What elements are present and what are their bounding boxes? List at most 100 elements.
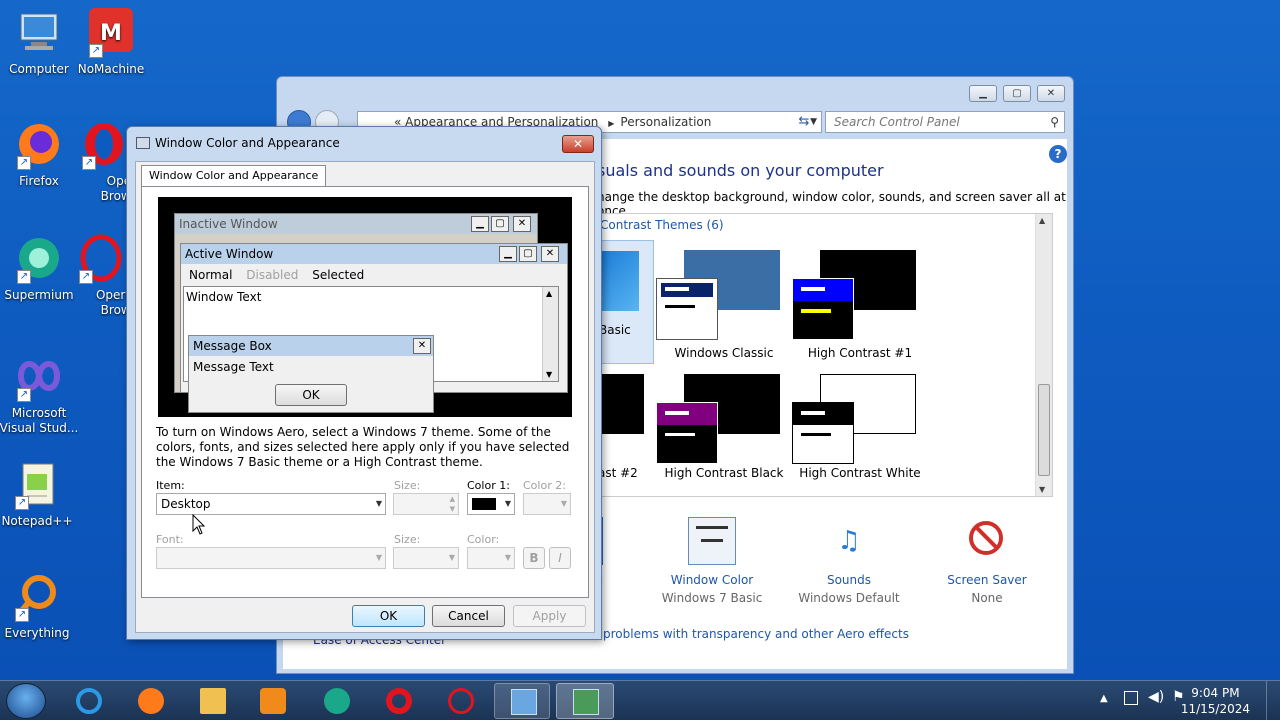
taskbar-explorer[interactable]	[184, 683, 240, 719]
taskbar-opera[interactable]	[370, 683, 426, 719]
ok-button[interactable]: OK	[352, 605, 425, 627]
screen-saver-title: Screen Saver	[947, 573, 1027, 587]
theme-label: ast #2	[598, 466, 638, 480]
shortcut-arrow-icon: ↗	[17, 388, 31, 402]
chevron-down-icon: ▼	[560, 499, 567, 508]
theme-group-label: Contrast Themes (6)	[600, 218, 724, 232]
close-button[interactable]: ✕	[1037, 85, 1065, 102]
theme-windows-classic[interactable]: Windows Classic	[654, 240, 794, 364]
refresh-button[interactable]: ⇆	[793, 111, 815, 133]
theme-label: High Contrast #1	[807, 346, 913, 360]
item-select[interactable]: Desktop ▼	[156, 493, 386, 515]
taskbar-media-player[interactable]	[244, 683, 300, 719]
color1-label: Color 1:	[467, 479, 510, 492]
supermium-icon	[324, 688, 350, 714]
theme-high-contrast-black[interactable]: High Contrast Black	[654, 370, 794, 494]
desktop-icon-notepadpp[interactable]: ↗ Notepad++	[0, 460, 76, 528]
tray-overflow-icon[interactable]: ▲	[1100, 693, 1108, 704]
themes-list: Contrast Themes (6) Basic Windows Classi…	[597, 213, 1053, 497]
cancel-button[interactable]: Cancel	[432, 605, 505, 627]
internet-explorer-icon	[76, 688, 102, 714]
help-icon[interactable]: ?	[1049, 145, 1067, 163]
breadcrumb-arrow-icon: ▶	[608, 119, 615, 128]
tray-volume-icon[interactable]: ◀)	[1148, 689, 1164, 705]
color2-label: Color 2:	[523, 479, 566, 492]
appearance-preview: Inactive Window ▁ ▢ ✕ Active Window ▁ ▢ …	[158, 197, 572, 417]
desktop-icon-vscode[interactable]: ↗ Microsoft Visual Stud...	[0, 352, 81, 436]
opera-gx-icon	[448, 688, 474, 714]
preview-message-box: Message Box ✕ Message Text OK	[188, 335, 434, 413]
taskbar-supermium[interactable]	[308, 683, 364, 719]
size-label: Size:	[394, 479, 421, 492]
window-color-link[interactable]: Window Color Windows 7 Basic	[647, 517, 777, 605]
desktop-icon-opera-gx[interactable]: ↗ Opera GX Browser	[76, 234, 126, 318]
desktop-icon-everything[interactable]: ↗ Everything	[0, 572, 76, 640]
theme-windows-7-basic[interactable]: Basic	[598, 240, 654, 364]
mouse-cursor-icon	[192, 513, 206, 539]
minimize-button[interactable]: ▁	[969, 85, 997, 102]
aero-troubleshoot-link[interactable]: problems with transparency and other Aer…	[603, 627, 909, 641]
taskbar: ▲ ◀) ⚑ 9:04 PM 11/15/2024	[0, 680, 1280, 720]
taskbar-internet-explorer[interactable]	[60, 683, 116, 719]
sounds-link[interactable]: ♫ Sounds Windows Default	[784, 517, 914, 605]
window-color-icon	[688, 517, 736, 565]
theme-preview-window	[792, 278, 854, 340]
theme-high-contrast-2[interactable]: ast #2	[598, 370, 654, 494]
shortcut-arrow-icon: ↗	[17, 156, 31, 170]
taskbar-control-panel[interactable]	[494, 683, 550, 719]
theme-high-contrast-white[interactable]: High Contrast White	[790, 370, 930, 494]
sounds-title: Sounds	[826, 573, 872, 587]
inactive-maximize-icon: ▢	[491, 216, 509, 232]
shortcut-arrow-icon: ↗	[17, 270, 31, 284]
taskbar-firefox[interactable]	[122, 683, 178, 719]
tray-action-center-icon[interactable]	[1124, 691, 1138, 705]
inactive-close-icon: ✕	[513, 216, 531, 232]
desktop-icon-firefox[interactable]: ↗ Firefox	[0, 120, 78, 188]
stepper-icon: ▲ ▼	[449, 495, 455, 513]
screen-saver-link[interactable]: Screen Saver None	[922, 517, 1052, 605]
tab-window-color-appearance[interactable]: Window Color and Appearance	[141, 165, 327, 187]
page-heading: suals and sounds on your computer	[597, 161, 884, 180]
firefox-icon	[138, 688, 164, 714]
color2-picker: ▼	[523, 493, 571, 515]
theme-preview	[598, 374, 644, 434]
font-color-picker: ▼	[467, 547, 515, 569]
breadcrumb-current[interactable]: Personalization	[620, 115, 711, 129]
menu-normal: Normal	[189, 268, 233, 282]
theme-label: Windows Classic	[674, 346, 774, 360]
color1-picker[interactable]: ▼	[467, 493, 515, 515]
desktop-icon-nomachine[interactable]: M ↗ NoMachine	[72, 8, 150, 76]
show-desktop-button[interactable]	[1266, 681, 1280, 720]
desktop-icon-supermium[interactable]: ↗ Supermium	[0, 234, 78, 302]
scrollbar-thumb[interactable]	[1038, 384, 1050, 476]
desktop-icon-label: Notepad++	[1, 514, 73, 528]
taskbar-opera-gx[interactable]	[432, 683, 488, 719]
control-panel-icon	[511, 689, 537, 715]
help-text: To turn on Windows Aero, select a Window…	[156, 425, 570, 469]
font-color-label: Color:	[467, 533, 500, 546]
theme-label: Basic	[599, 323, 631, 337]
maximize-button[interactable]: ▢	[1003, 85, 1031, 102]
desktop-icon-label: Microsoft Visual Stud...	[0, 406, 79, 435]
dialog-close-button[interactable]: ✕	[562, 135, 594, 153]
clock[interactable]: 9:04 PM 11/15/2024	[1181, 685, 1250, 717]
font-select: ▼	[156, 547, 386, 569]
preview-menu: Normal Disabled Selected	[189, 268, 364, 282]
themes-scrollbar[interactable]: ▲ ▼	[1035, 214, 1052, 496]
start-button[interactable]	[6, 683, 46, 719]
font-label: Font:	[156, 533, 184, 546]
message-box-ok: OK	[275, 384, 347, 406]
window-text: Window Text	[186, 290, 262, 304]
shortcut-arrow-icon: ↗	[82, 156, 96, 170]
chevron-down-icon: ▼	[375, 553, 382, 562]
theme-label: High Contrast White	[799, 466, 921, 480]
notepadpp-icon: ↗	[13, 460, 61, 510]
search-input[interactable]: Search Control Panel ⚲	[825, 111, 1065, 133]
tab-panel: Inactive Window ▁ ▢ ✕ Active Window ▁ ▢ …	[141, 186, 589, 598]
taskbar-window-color[interactable]	[556, 683, 614, 719]
everything-icon: ↗	[13, 572, 61, 622]
theme-high-contrast-1[interactable]: High Contrast #1	[790, 240, 930, 364]
desktop-icon-computer[interactable]: Computer	[0, 8, 78, 76]
desktop-icon-opera[interactable]: ↗ Opera Browser	[76, 120, 132, 204]
item-size-stepper: ▲ ▼	[393, 493, 459, 515]
